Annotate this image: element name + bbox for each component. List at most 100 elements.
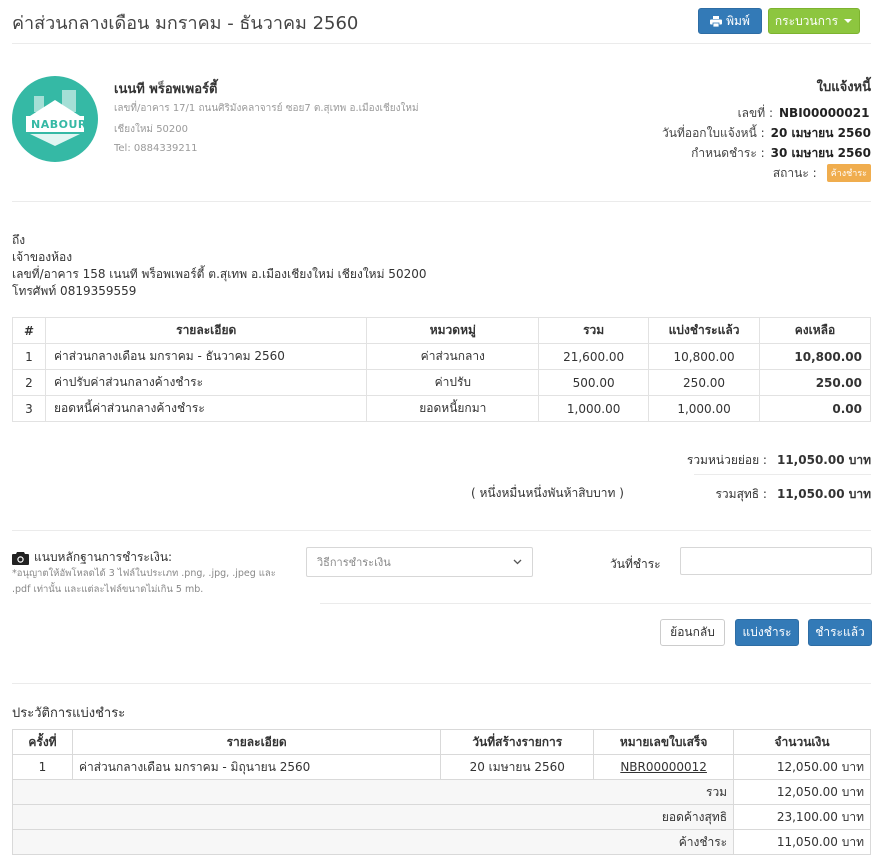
- print-button[interactable]: พิมพ์: [698, 8, 762, 34]
- payment-method-select[interactable]: วิธีการชำระเงิน: [306, 547, 533, 577]
- history-cell-created: 20 เมษายน 2560: [440, 754, 595, 780]
- status-label: สถานะ :: [772, 165, 817, 180]
- company-address-line2: เชียงใหม่ 50200: [114, 124, 189, 135]
- company-address: เลขที่/อาคาร 17/1 ถนนศิริมังคลาจารย์ ซอย…: [114, 103, 419, 114]
- cell-category: ค่าส่วนกลาง: [366, 343, 540, 370]
- chevron-down-icon: [513, 559, 522, 565]
- history-col-no: ครั้งที่: [12, 729, 73, 755]
- col-header-total: รวม: [538, 317, 650, 344]
- history-net-balance-label: ยอดค้างสุทธิ: [11, 804, 735, 830]
- invoice-number-label: เลขที่ :: [737, 105, 773, 120]
- split-payment-button[interactable]: แบ่งชำระ: [735, 619, 799, 646]
- section-divider: [12, 530, 871, 531]
- cell-remaining: 250.00: [759, 369, 871, 396]
- history-col-receipt: หมายเลขใบเสร็จ: [593, 729, 735, 755]
- cell-paid: 10,800.00: [648, 343, 761, 370]
- page-title: ค่าส่วนกลางเดือน มกราคม - ธันวาคม 2560: [12, 13, 359, 34]
- mark-paid-button[interactable]: ชำระแล้ว: [808, 619, 872, 646]
- col-header-index: #: [12, 317, 46, 344]
- logo-text: NABOUR: [31, 118, 87, 131]
- net-total-value: 11,050.00 บาท: [776, 487, 871, 501]
- receipt-link[interactable]: NBR00000012: [620, 760, 707, 774]
- form-divider: [320, 603, 871, 604]
- camera-icon[interactable]: [12, 551, 29, 565]
- history-cell-no: 1: [12, 754, 73, 780]
- issue-date: 20 เมษายน 2560: [770, 125, 871, 140]
- cell-paid: 250.00: [648, 369, 761, 396]
- upload-note: *อนุญาตให้อัพโหลดได้ 3 ไฟล์ในประเภท .png…: [12, 568, 276, 595]
- company-name: เนนที พร็อพเพอร์ตี้: [114, 82, 218, 97]
- history-col-amount: จำนวนเงิน: [733, 729, 871, 755]
- recipient-block: ถึง เจ้าของห้อง เลขที่/อาคาร 158 เนนที พ…: [12, 232, 426, 300]
- history-header-row: ครั้งที่ รายละเอียด วันที่สร้างรายการ หม…: [12, 729, 871, 755]
- cell-detail: ค่าปรับค่าส่วนกลางค้างชำระ: [44, 369, 368, 396]
- history-outstanding-label: ค้างชำระ: [11, 829, 735, 855]
- invoice-header-section: NABOUR เนนที พร็อพเพอร์ตี้ เลขที่/อาคาร …: [12, 60, 871, 202]
- payment-date-label: วันที่ชำระ: [610, 557, 661, 571]
- due-date-label: กำหนดชำระ :: [691, 145, 765, 160]
- printer-icon: [710, 15, 723, 27]
- upload-proof-label[interactable]: แนบหลักฐานการชำระเงิน:: [12, 548, 172, 567]
- table-header-row: # รายละเอียด หมวดหมู่ รวม แบ่งชำระแล้ว ค…: [12, 317, 871, 344]
- invoice-items-table: # รายละเอียด หมวดหมู่ รวม แบ่งชำระแล้ว ค…: [12, 317, 871, 422]
- cell-category: ค่าปรับ: [366, 369, 540, 396]
- history-cell-detail: ค่าส่วนกลางเดือน มกราคม - มิถุนายน 2560: [71, 754, 442, 780]
- history-divider: [12, 683, 871, 684]
- history-outstanding-row: ค้างชำระ 11,050.00 บาท: [11, 829, 871, 855]
- print-button-label: พิมพ์: [726, 13, 750, 28]
- history-sum-label: รวม: [11, 779, 735, 805]
- back-button[interactable]: ย้อนกลับ: [660, 619, 725, 646]
- cell-detail: ยอดหนี้ค่าส่วนกลางค้างชำระ: [44, 395, 368, 422]
- col-header-detail: รายละเอียด: [44, 317, 368, 344]
- col-header-category: หมวดหมู่: [366, 317, 540, 344]
- net-total-row: รวมสุทธิ : 11,050.00 บาท: [715, 485, 871, 504]
- col-header-remaining: คงเหลือ: [759, 317, 871, 344]
- history-net-balance-value: 23,100.00 บาท: [733, 804, 871, 830]
- to-label: ถึง: [12, 233, 26, 247]
- invoice-heading: ใบแจ้งหนี้: [816, 80, 871, 95]
- history-row: 1 ค่าส่วนกลางเดือน มกราคม - มิถุนายน 256…: [12, 754, 871, 780]
- history-col-created: วันที่สร้างรายการ: [440, 729, 595, 755]
- caret-down-icon: [844, 19, 853, 23]
- net-total-label: รวมสุทธิ :: [715, 487, 767, 501]
- issue-date-label: วันที่ออกใบแจ้งหนี้ :: [662, 125, 765, 140]
- table-row: 3 ยอดหนี้ค่าส่วนกลางค้างชำระ ยอดหนี้ยกมา…: [12, 395, 871, 422]
- cell-total: 500.00: [538, 369, 650, 396]
- cell-paid: 1,000.00: [648, 395, 761, 422]
- history-net-balance-row: ยอดค้างสุทธิ 23,100.00 บาท: [11, 804, 871, 830]
- recipient-name: เจ้าของห้อง: [12, 250, 73, 264]
- cell-index: 2: [12, 369, 46, 396]
- history-outstanding-value: 11,050.00 บาท: [733, 829, 871, 855]
- status-badge: ค้างชำระ: [826, 164, 871, 182]
- table-row: 1 ค่าส่วนกลางเดือน มกราคม - ธันวาคม 2560…: [12, 343, 871, 370]
- payment-history-table: ครั้งที่ รายละเอียด วันที่สร้างรายการ หม…: [11, 729, 871, 855]
- history-col-detail: รายละเอียด: [71, 729, 442, 755]
- cell-remaining: 0.00: [759, 395, 871, 422]
- amount-in-words: ( หนึ่งหมื่นหนึ่งพันห้าสิบบาท ): [471, 486, 624, 500]
- upload-proof-text: แนบหลักฐานการชำระเงิน:: [34, 550, 173, 564]
- subtotal-value: 11,050.00 บาท: [776, 453, 871, 467]
- cell-total: 1,000.00: [538, 395, 650, 422]
- payment-method-placeholder: วิธีการชำระเงิน: [317, 556, 391, 569]
- col-header-paid: แบ่งชำระแล้ว: [648, 317, 761, 344]
- invoice-meta: ใบแจ้งหนี้ เลขที่ : NBI00000021 วันที่ออก…: [662, 76, 871, 183]
- recipient-address: เลขที่/อาคาร 158 เนนที พร็อพเพอร์ตี้ ต.ส…: [12, 267, 427, 281]
- history-title: ประวัติการแบ่งชำระ: [12, 706, 126, 721]
- cell-index: 3: [12, 395, 46, 422]
- cell-total: 21,600.00: [538, 343, 650, 370]
- company-tel: Tel: 0884339211: [114, 143, 198, 154]
- cell-category: ยอดหนี้ยกมา: [366, 395, 540, 422]
- cell-index: 1: [12, 343, 46, 370]
- due-date: 30 เมษายน 2560: [770, 145, 871, 160]
- cell-remaining: 10,800.00: [759, 343, 871, 370]
- invoice-number: NBI00000021: [779, 106, 870, 120]
- process-button-label: กระบวนการ: [774, 13, 839, 28]
- process-dropdown-button[interactable]: กระบวนการ: [768, 8, 860, 34]
- history-cell-amount: 12,050.00 บาท: [733, 754, 871, 780]
- table-row: 2 ค่าปรับค่าส่วนกลางค้างชำระ ค่าปรับ 500…: [12, 369, 871, 396]
- cell-detail: ค่าส่วนกลางเดือน มกราคม - ธันวาคม 2560: [44, 343, 368, 370]
- history-sum-value: 12,050.00 บาท: [733, 779, 871, 805]
- history-sum-row: รวม 12,050.00 บาท: [11, 779, 871, 805]
- payment-date-input[interactable]: [680, 547, 872, 575]
- subtotal-label: รวมหน่วยย่อย :: [686, 453, 767, 467]
